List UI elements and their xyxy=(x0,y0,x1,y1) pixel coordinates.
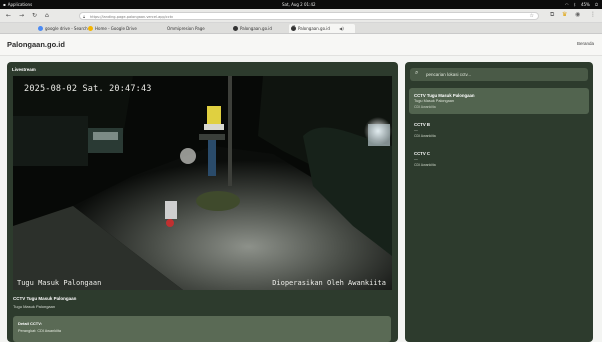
battery-level[interactable]: 45% xyxy=(581,2,590,7)
camera-item-name: CCTV B xyxy=(414,122,430,127)
site-logo[interactable]: Palongaan.go.id xyxy=(7,40,65,49)
search-icon: ⌕ xyxy=(415,70,419,76)
tab-google-drive-search[interactable]: google drive - Search xyxy=(36,24,90,33)
camera-item-tugu-masuk[interactable]: CCTV Tugu Masuk Palongaan Tugu Masuk Pal… xyxy=(409,88,589,114)
osd-operator: Dioperasikan Oleh Awankiita xyxy=(272,279,386,287)
tab-palongaan-active[interactable]: Palongaan.go.id ◀) xyxy=(289,24,355,33)
camera-item-location: — xyxy=(414,128,418,132)
applications-menu[interactable]: ▪ Applications xyxy=(3,2,32,7)
detail-device: Perangkat: CDI Awankiita xyxy=(18,329,61,333)
camera-list-panel: ⌕ pencarian lokasi cctv... CCTV Tugu Mas… xyxy=(405,62,593,342)
camera-location: Tugu Masuk Palongaan xyxy=(13,304,56,309)
system-tray: ◠ ᛒ 45% ⏻ xyxy=(565,2,598,7)
camera-item-name: CCTV Tugu Masuk Palongaan xyxy=(414,93,475,98)
camera-search-input[interactable]: ⌕ pencarian lokasi cctv... xyxy=(410,68,588,81)
site-header: Palongaan.go.id Beranda xyxy=(0,34,602,56)
camera-item-operator: CDI Awankiita xyxy=(414,163,436,167)
cctv-night-scene xyxy=(13,76,392,290)
applications-label: Applications xyxy=(7,2,33,7)
livestream-title: Livestream xyxy=(12,67,36,72)
site-favicon-icon xyxy=(233,26,238,31)
osd-location: Tugu Masuk Palongaan xyxy=(17,279,102,287)
nav-link-beranda[interactable]: Beranda xyxy=(577,41,594,46)
system-top-bar: ▪ Applications Sat, Aug 2 01:42 ◠ ᛒ 45% … xyxy=(0,0,602,9)
extensions-icon[interactable]: ⧉ xyxy=(550,11,554,19)
bluetooth-icon[interactable]: ᛒ xyxy=(574,2,576,7)
livestream-panel: Livestream 2025-08-02 Sat. 20:47:43 Tugu… xyxy=(7,62,398,342)
camera-item-c[interactable]: CCTV C — CDI Awankiita xyxy=(409,146,589,172)
profile-icon[interactable]: ◉ xyxy=(575,11,580,18)
menu-icon[interactable]: ⋮ xyxy=(590,11,596,18)
camera-item-operator: CDI Awankiita xyxy=(414,105,436,109)
camera-title: CCTV Tugu Masuk Palongaan xyxy=(13,296,77,301)
tab-home-google-drive[interactable]: Home - Google Drive xyxy=(86,24,146,33)
google-icon xyxy=(38,26,43,31)
close-tab-icon[interactable]: ✕ xyxy=(292,25,296,30)
cctv-video-player[interactable]: 2025-08-02 Sat. 20:47:43 Tugu Masuk Palo… xyxy=(13,76,392,290)
crown-extension-icon[interactable]: ♛ xyxy=(562,11,567,18)
camera-item-location: — xyxy=(414,157,418,161)
tab-ommipresion[interactable]: Ommipresion Page xyxy=(158,24,220,33)
system-clock[interactable]: Sat, Aug 2 01:42 xyxy=(282,2,316,7)
camera-item-name: CCTV C xyxy=(414,151,430,156)
reload-icon[interactable]: ↻ xyxy=(32,12,37,19)
forward-icon[interactable]: → xyxy=(19,12,24,19)
url-text: https://landing-page-palongaan.vercel.ap… xyxy=(90,15,174,19)
back-icon[interactable]: ← xyxy=(6,12,11,19)
home-icon[interactable]: ⌂ xyxy=(45,12,49,19)
star-icon[interactable]: ☆ xyxy=(530,13,534,19)
detail-heading: Detail CCTV: xyxy=(18,321,43,326)
search-placeholder: pencarian lokasi cctv... xyxy=(426,72,472,77)
wifi-icon[interactable]: ◠ xyxy=(565,2,569,7)
camera-item-operator: CDI Awankiita xyxy=(414,134,436,138)
audio-icon[interactable]: ◀) xyxy=(339,26,344,31)
camera-item-location: Tugu Masuk Palongaan xyxy=(414,99,454,103)
address-bar[interactable]: 🔒︎ https://landing-page-palongaan.vercel… xyxy=(79,12,539,20)
camera-detail-card: Detail CCTV: Perangkat: CDI Awankiita xyxy=(13,316,391,342)
camera-item-b[interactable]: CCTV B — CDI Awankiita xyxy=(409,117,589,143)
drive-icon xyxy=(88,26,93,31)
lock-icon[interactable]: 🔒︎ xyxy=(83,14,85,19)
tab-strip: google drive - Search Home - Google Driv… xyxy=(0,23,602,34)
activities-icon: ▪ xyxy=(3,2,6,7)
osd-timestamp: 2025-08-02 Sat. 20:47:43 xyxy=(24,84,152,94)
tab-palongaan-1[interactable]: Palongaan.go.id xyxy=(231,24,287,33)
power-icon[interactable]: ⏻ xyxy=(595,2,598,7)
browser-toolbar: ← → ↻ ⌂ 🔒︎ https://landing-page-palongaa… xyxy=(0,9,602,23)
